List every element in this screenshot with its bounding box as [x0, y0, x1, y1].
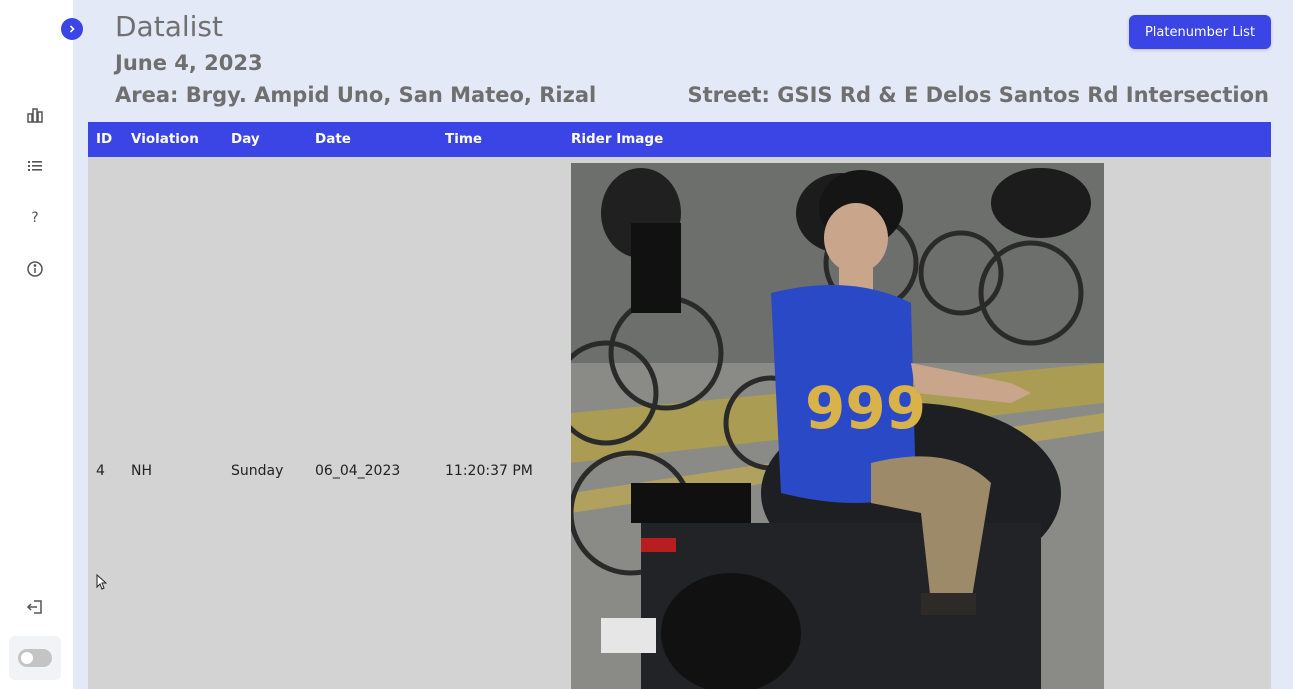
column-header-day: Day	[231, 131, 260, 147]
toggle-knob	[21, 652, 33, 664]
column-header-rider-image: Rider Image	[571, 131, 664, 147]
cell-id: 4	[96, 463, 105, 479]
cell-date: 06_04_2023	[315, 463, 401, 479]
rider-image: 999	[571, 163, 1104, 689]
cell-time: 11:20:37 PM	[445, 463, 533, 479]
column-header-violation: Violation	[131, 131, 199, 147]
main-content: Datalist June 4, 2023 Area: Brgy. Ampid …	[73, 0, 1293, 689]
info-icon[interactable]	[24, 258, 46, 280]
jersey-number: 999	[805, 374, 926, 442]
theme-toggle-container	[9, 636, 61, 680]
sidebar: ?	[0, 0, 73, 689]
logout-icon[interactable]	[24, 596, 46, 618]
sidebar-expand-button[interactable]	[61, 18, 83, 40]
table-row: 4 NH Sunday 06_04_2023 11:20:37 PM 999	[88, 157, 1271, 689]
bar-chart-icon[interactable]	[24, 104, 46, 126]
table-header: ID Violation Day Date Time Rider Image	[88, 122, 1271, 157]
mouse-cursor	[96, 573, 108, 594]
column-header-id: ID	[96, 131, 113, 147]
cell-day: Sunday	[231, 463, 284, 479]
chevron-right-icon	[69, 25, 75, 33]
list-icon[interactable]	[24, 155, 46, 177]
page-title: Datalist	[115, 10, 223, 43]
column-header-time: Time	[445, 131, 483, 147]
platenumber-list-button[interactable]: Platenumber List	[1129, 15, 1271, 49]
column-header-date: Date	[315, 131, 351, 147]
cell-violation: NH	[131, 463, 152, 479]
date-heading: June 4, 2023	[115, 51, 263, 75]
street-heading: Street: GSIS Rd & E Delos Santos Rd Inte…	[687, 83, 1269, 107]
theme-toggle-switch[interactable]	[18, 649, 52, 667]
help-icon[interactable]: ?	[24, 207, 46, 229]
area-heading: Area: Brgy. Ampid Uno, San Mateo, Rizal	[115, 83, 597, 107]
